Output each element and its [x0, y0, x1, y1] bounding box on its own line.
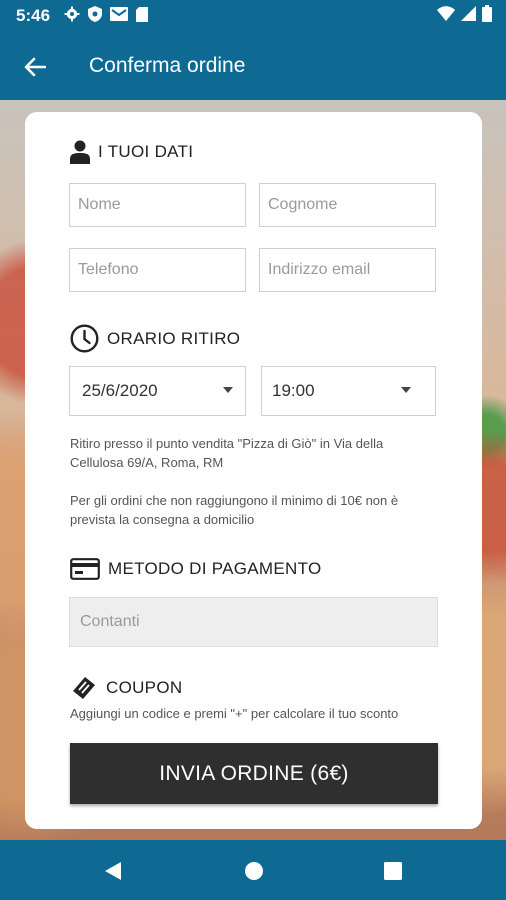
person-icon [70, 140, 90, 164]
pickup-date-value: 25/6/2020 [82, 381, 158, 400]
sd-card-icon [136, 6, 148, 22]
pickup-time-select[interactable]: 19:00 [261, 366, 436, 416]
section-coupon: COUPON [70, 674, 182, 702]
nav-home-button[interactable] [243, 860, 265, 882]
section-personal-title: I TUOI DATI [98, 142, 194, 161]
square-recents-icon [384, 862, 402, 880]
payment-method-value: Contanti [80, 613, 140, 630]
email-input[interactable] [260, 249, 435, 291]
section-pickup-title: ORARIO RITIRO [107, 328, 241, 348]
pickup-time-value: 19:00 [272, 381, 315, 400]
last-name-input[interactable] [260, 184, 435, 226]
triangle-back-icon [105, 862, 121, 880]
status-bar: 5:46 [0, 0, 506, 32]
section-personal-data: I TUOI DATI [70, 140, 193, 164]
phone-field[interactable] [69, 248, 246, 292]
pickup-date-select[interactable]: 25/6/2020 [69, 366, 246, 416]
circle-home-icon [245, 862, 263, 880]
first-name-field[interactable] [69, 183, 246, 227]
signal-icon [461, 6, 476, 26]
minimum-order-info: Per gli ordini che non raggiungono il mi… [70, 493, 399, 527]
gear-icon [64, 6, 80, 22]
pickup-location-info: Ritiro presso il punto vendita "Pizza di… [70, 436, 384, 470]
section-payment-title: METODO DI PAGAMENTO [108, 559, 322, 578]
clock-icon [70, 324, 99, 353]
shield-icon [88, 6, 102, 22]
payment-method-field[interactable]: Contanti [69, 597, 438, 647]
page-title: Conferma ordine [89, 54, 246, 77]
back-button[interactable] [18, 50, 52, 84]
wifi-icon [437, 6, 455, 26]
caret-down-icon [401, 387, 411, 393]
mail-icon [110, 7, 128, 21]
submit-order-button[interactable]: INVIA ORDINE (6€) [70, 743, 438, 804]
app-bar: Conferma ordine [0, 32, 506, 100]
nav-recents-button[interactable] [382, 860, 404, 882]
section-pickup-time: ORARIO RITIRO [70, 324, 240, 353]
caret-down-icon [223, 387, 233, 393]
first-name-input[interactable] [70, 184, 245, 226]
coupon-hint: Aggiungi un codice e premi "+" per calco… [70, 706, 399, 721]
section-coupon-title: COUPON [106, 678, 183, 697]
email-field[interactable] [259, 248, 436, 292]
section-payment: METODO DI PAGAMENTO [70, 558, 322, 580]
battery-icon [482, 5, 492, 27]
ticket-icon [73, 677, 95, 699]
last-name-field[interactable] [259, 183, 436, 227]
nav-back-button[interactable] [102, 860, 124, 882]
status-time: 5:46 [16, 6, 51, 25]
system-nav-bar [0, 840, 506, 900]
arrow-left-icon [24, 57, 46, 77]
credit-card-icon [70, 558, 100, 580]
phone-input[interactable] [70, 249, 245, 291]
